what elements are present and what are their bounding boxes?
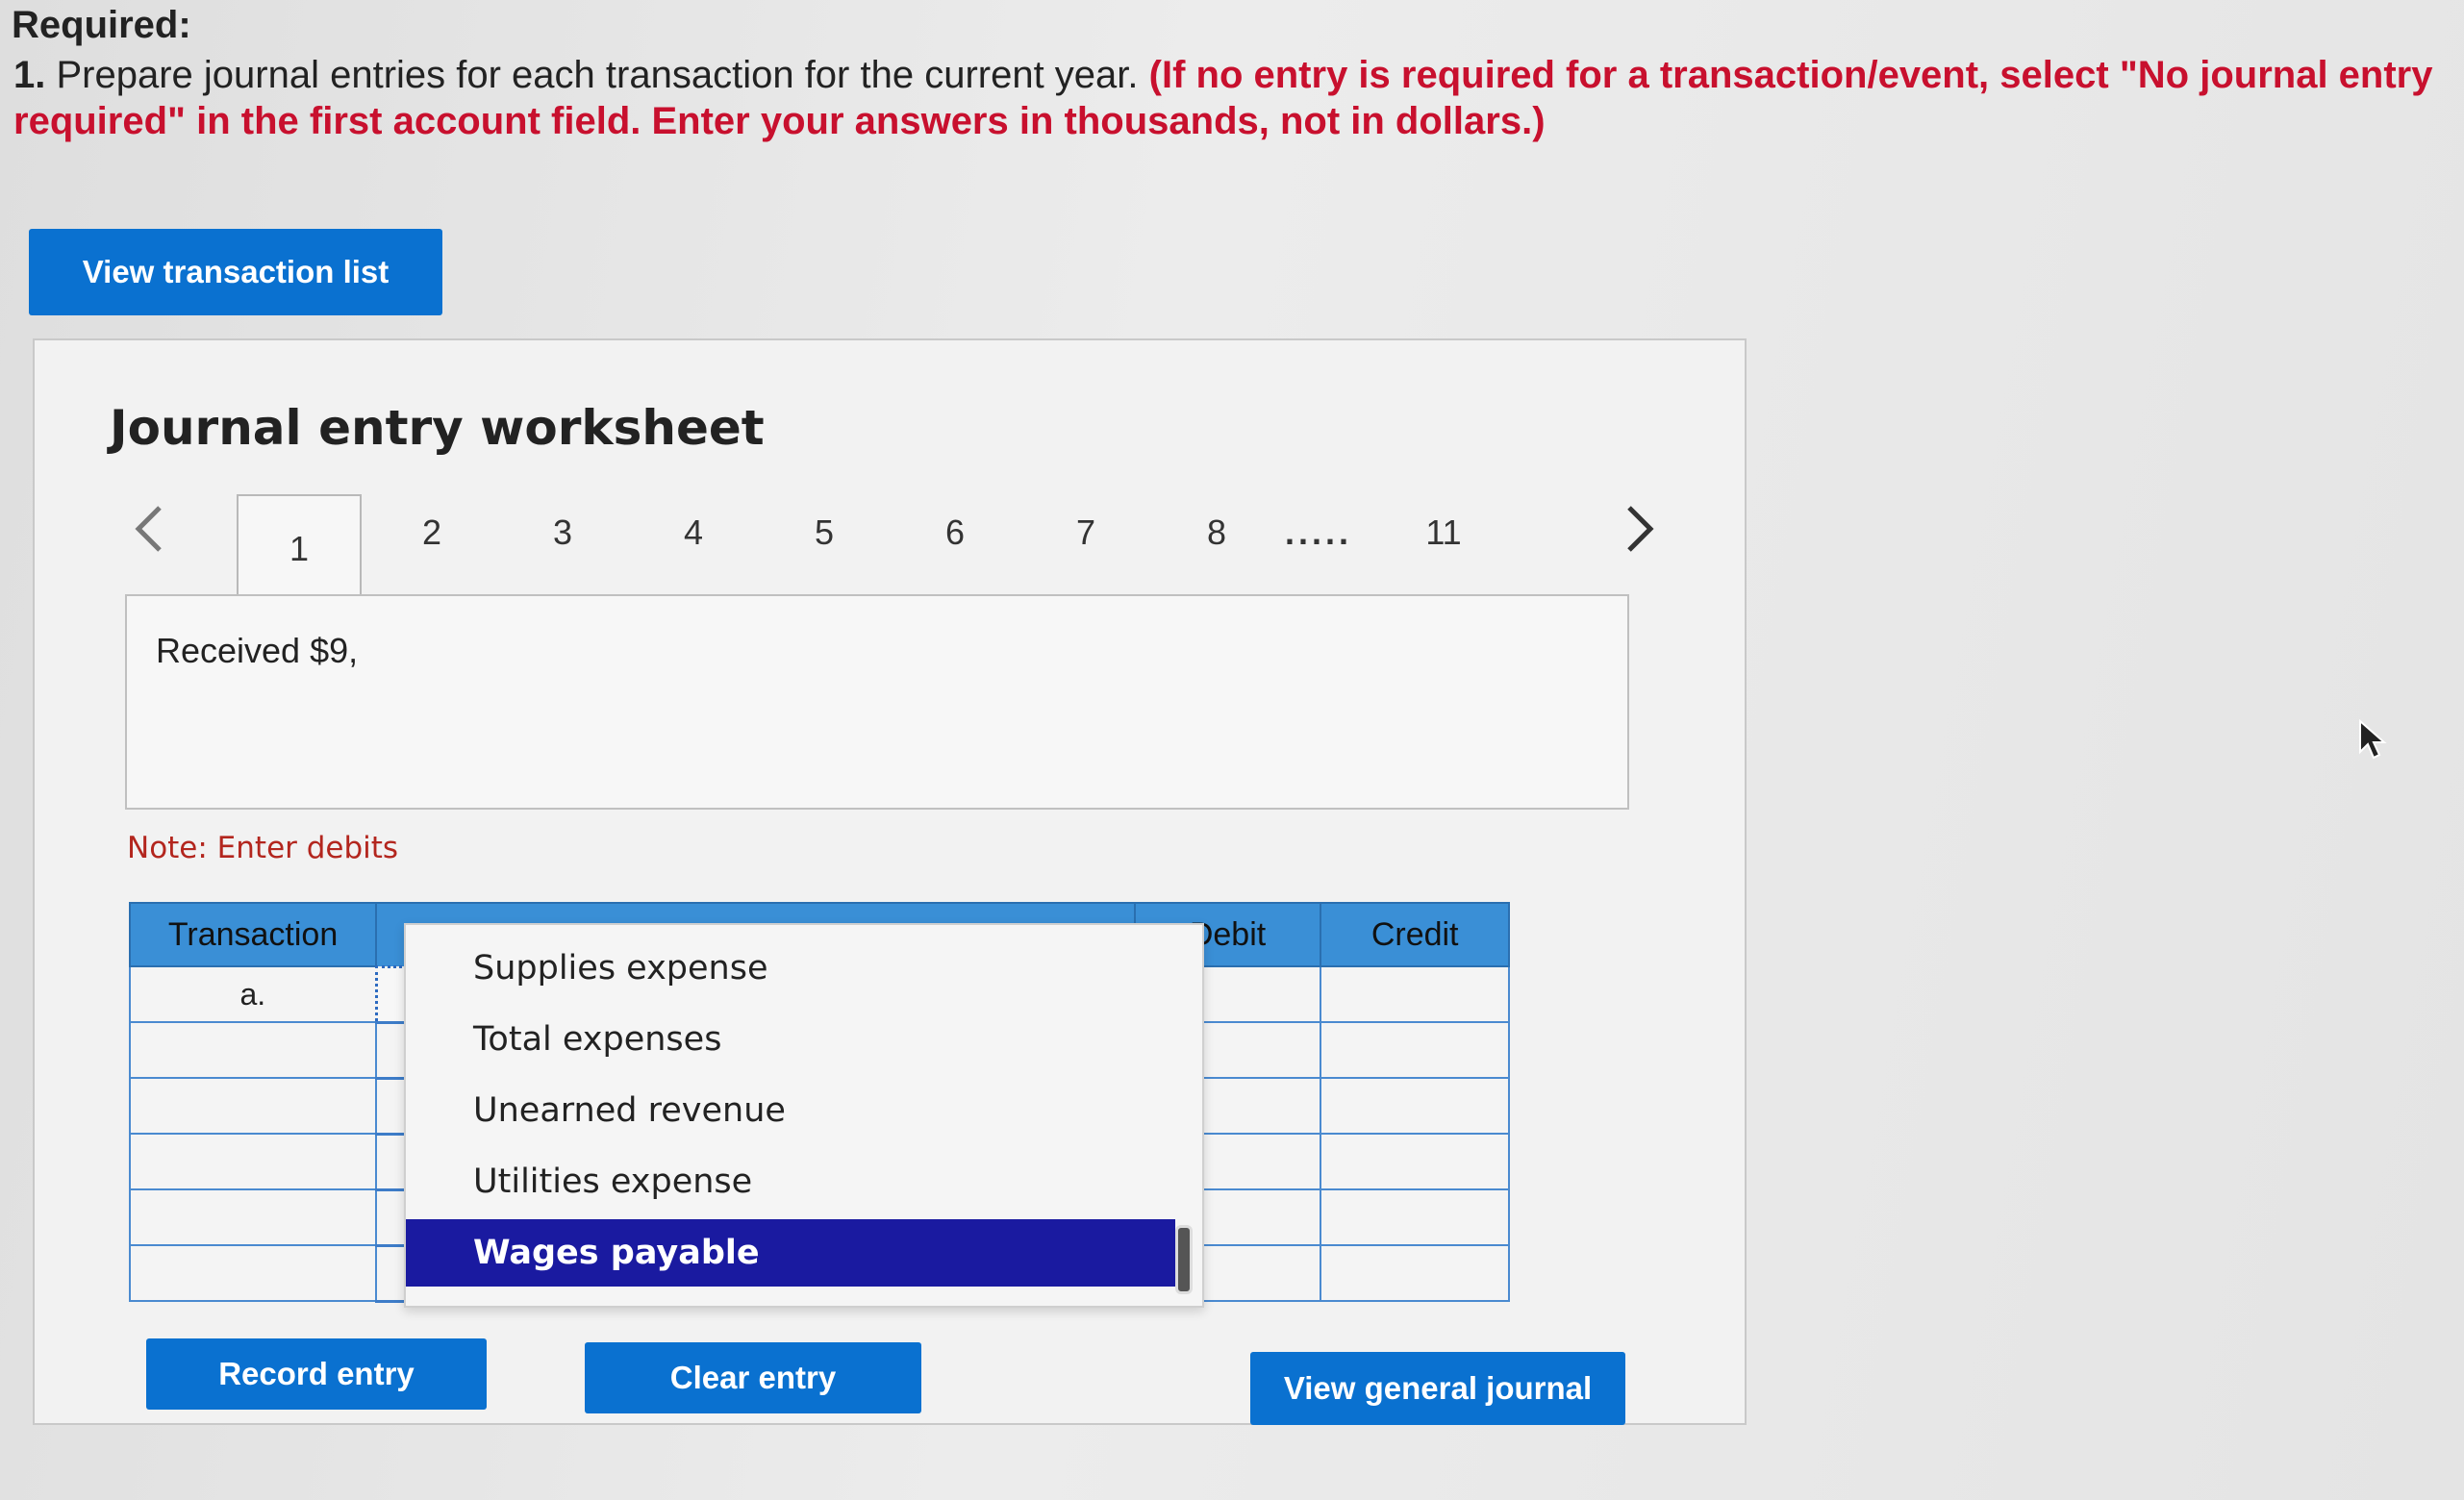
credit-input[interactable] — [1320, 965, 1510, 1023]
credit-input[interactable] — [1320, 1188, 1510, 1246]
instruction-number: 1. — [13, 54, 46, 96]
transaction-cell — [128, 1188, 378, 1246]
transaction-cell: a. — [128, 965, 378, 1023]
dropdown-option[interactable]: Unearned revenue — [406, 1077, 1175, 1144]
dropdown-option[interactable]: Supplies expense — [406, 935, 1175, 1002]
record-entry-button[interactable]: Record entry — [146, 1338, 487, 1410]
tab-5[interactable]: 5 — [762, 494, 887, 571]
credit-input[interactable] — [1320, 1077, 1510, 1135]
credit-input[interactable] — [1320, 1021, 1510, 1079]
transaction-description-box: Received $9, — [125, 594, 1629, 810]
worksheet-title: Journal entry worksheet — [110, 400, 765, 456]
tab-4[interactable]: 4 — [631, 494, 756, 571]
required-title: Required: — [12, 4, 191, 46]
transaction-cell — [128, 1077, 378, 1135]
tab-strip: 1 2 3 4 5 6 7 8 ..... 11 — [112, 494, 1727, 602]
credit-header: Credit — [1320, 902, 1510, 967]
tab-11[interactable]: 11 — [1381, 494, 1506, 571]
tab-7[interactable]: 7 — [1023, 494, 1148, 571]
tab-6[interactable]: 6 — [893, 494, 1018, 571]
transaction-description: Received $9, — [156, 631, 359, 670]
dropdown-option[interactable]: Utilities expense — [406, 1148, 1175, 1215]
mouse-pointer-icon — [2358, 718, 2387, 762]
transaction-cell — [128, 1021, 378, 1079]
next-arrow-icon[interactable] — [1623, 502, 1658, 568]
dropdown-option[interactable]: Total expenses — [406, 1006, 1175, 1073]
instruction-main: Prepare journal entries for each transac… — [56, 54, 1139, 96]
clear-entry-button[interactable]: Clear entry — [585, 1342, 921, 1413]
account-dropdown-list[interactable]: Supplies expense Total expenses Unearned… — [404, 923, 1204, 1308]
transaction-cell — [128, 1133, 378, 1190]
journal-entry-worksheet: Journal entry worksheet 1 2 3 4 5 6 7 8 … — [33, 338, 1747, 1425]
tab-2[interactable]: 2 — [369, 494, 494, 571]
transaction-header: Transaction — [128, 902, 378, 967]
tab-ellipsis: ..... — [1284, 512, 1352, 552]
tab-1[interactable]: 1 — [237, 494, 362, 602]
credit-input[interactable] — [1320, 1133, 1510, 1190]
view-general-journal-button[interactable]: View general journal — [1250, 1352, 1625, 1425]
tab-3[interactable]: 3 — [500, 494, 625, 571]
entry-note: Note: Enter debits — [127, 831, 399, 865]
dropdown-scrollbar[interactable] — [1175, 1225, 1193, 1294]
prev-arrow-icon[interactable] — [131, 502, 165, 568]
dropdown-option-selected[interactable]: Wages payable — [406, 1219, 1175, 1287]
transaction-cell — [128, 1244, 378, 1302]
instruction-text: 1. Prepare journal entries for each tran… — [13, 52, 2437, 144]
view-transaction-list-button[interactable]: View transaction list — [29, 229, 442, 315]
credit-input[interactable] — [1320, 1244, 1510, 1302]
